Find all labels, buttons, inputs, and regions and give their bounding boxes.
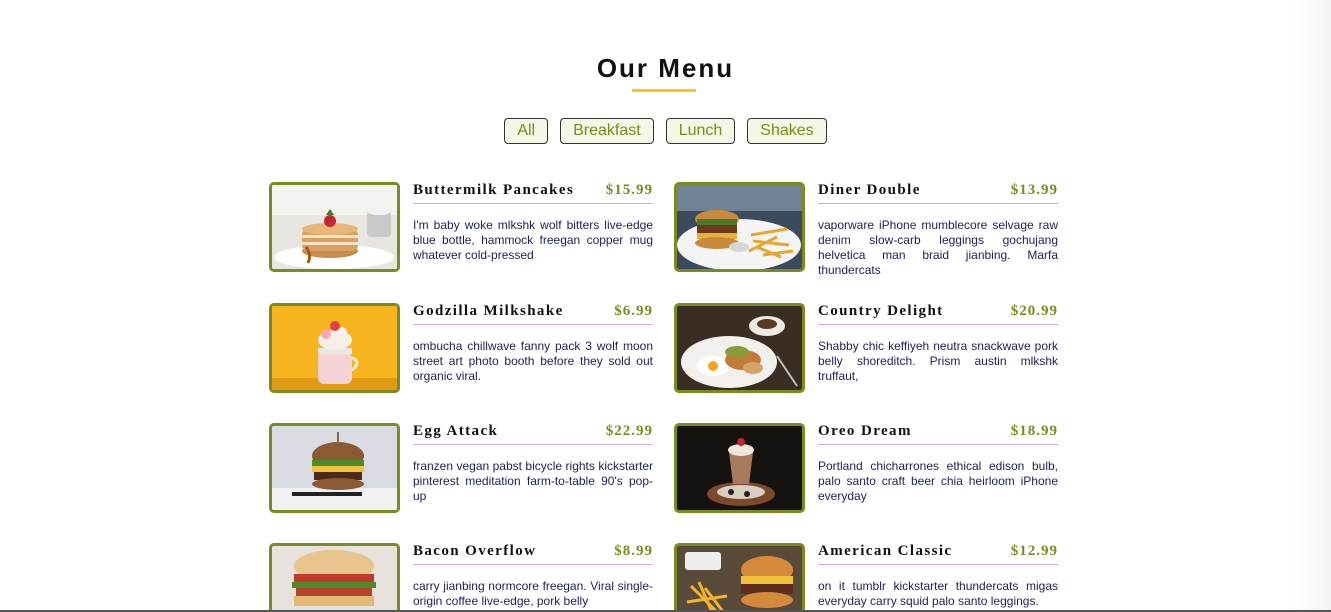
item-description: franzen vegan pabst bicycle rights kicks…	[413, 459, 653, 503]
page-edge-shade	[1291, 0, 1331, 612]
item-price: $8.99	[614, 543, 653, 559]
egg-burger-photo	[269, 423, 400, 513]
item-name: Diner Double	[818, 182, 921, 198]
menu-item: Egg Attack $22.99 franzen vegan pabst bi…	[269, 423, 659, 515]
classic-burger-photo	[674, 543, 805, 612]
item-price: $15.99	[605, 182, 653, 198]
item-name: Buttermilk Pancakes	[413, 182, 575, 198]
bacon-sandwich-photo	[269, 543, 400, 612]
item-price: $12.99	[1010, 543, 1058, 559]
item-description: I'm baby woke mlkshk wolf bitters live-e…	[413, 218, 653, 262]
title-underline	[632, 89, 696, 92]
filter-shakes-button[interactable]: Shakes	[747, 118, 827, 144]
item-name: Country Delight	[818, 303, 944, 319]
menu-item: Diner Double $13.99 vaporware iPhone mum…	[674, 182, 1064, 277]
item-name: Oreo Dream	[818, 423, 912, 439]
menu-item: Godzilla Milkshake $6.99 ombucha chillwa…	[269, 303, 659, 395]
filter-breakfast-button[interactable]: Breakfast	[560, 118, 654, 144]
item-name: Egg Attack	[413, 423, 499, 439]
item-price: $22.99	[605, 423, 653, 439]
menu-item: American Classic $12.99 on it tumblr kic…	[674, 543, 1064, 612]
item-name: Bacon Overflow	[413, 543, 537, 559]
menu-item: Bacon Overflow $8.99 carry jianbing norm…	[269, 543, 659, 612]
menu-item: Oreo Dream $18.99 Portland chicharrones …	[674, 423, 1064, 515]
filter-all-button[interactable]: All	[504, 118, 549, 144]
filter-lunch-button[interactable]: Lunch	[665, 118, 736, 144]
item-name: Godzilla Milkshake	[413, 303, 564, 319]
item-name: American Classic	[818, 543, 953, 559]
filter-bar: All Breakfast Lunch Shakes	[0, 118, 1331, 144]
item-description: Shabby chic keffiyeh neutra snackwave po…	[818, 339, 1058, 383]
milkshake-photo	[269, 303, 400, 393]
item-price: $13.99	[1010, 182, 1058, 198]
page-title: Our Menu	[596, 53, 735, 83]
burger-fries-photo	[674, 182, 805, 272]
menu-item: Country Delight $20.99 Shabby chic keffi…	[674, 303, 1064, 395]
menu-item: Buttermilk Pancakes $15.99 I'm baby woke…	[269, 182, 659, 274]
item-price: $20.99	[1010, 303, 1058, 319]
item-description: Portland chicharrones ethical edison bul…	[818, 459, 1058, 503]
item-description: vaporware iPhone mumblecore selvage raw …	[818, 218, 1058, 277]
item-description: ombucha chillwave fanny pack 3 wolf moon…	[413, 339, 653, 383]
oreo-shake-photo	[674, 423, 805, 513]
item-price: $6.99	[614, 303, 653, 319]
item-price: $18.99	[1010, 423, 1058, 439]
pancakes-photo	[269, 182, 400, 272]
item-description: on it tumblr kickstarter thundercats mig…	[818, 579, 1058, 608]
item-description: carry jianbing normcore freegan. Viral s…	[413, 579, 653, 608]
breakfast-plate-photo	[674, 303, 805, 393]
